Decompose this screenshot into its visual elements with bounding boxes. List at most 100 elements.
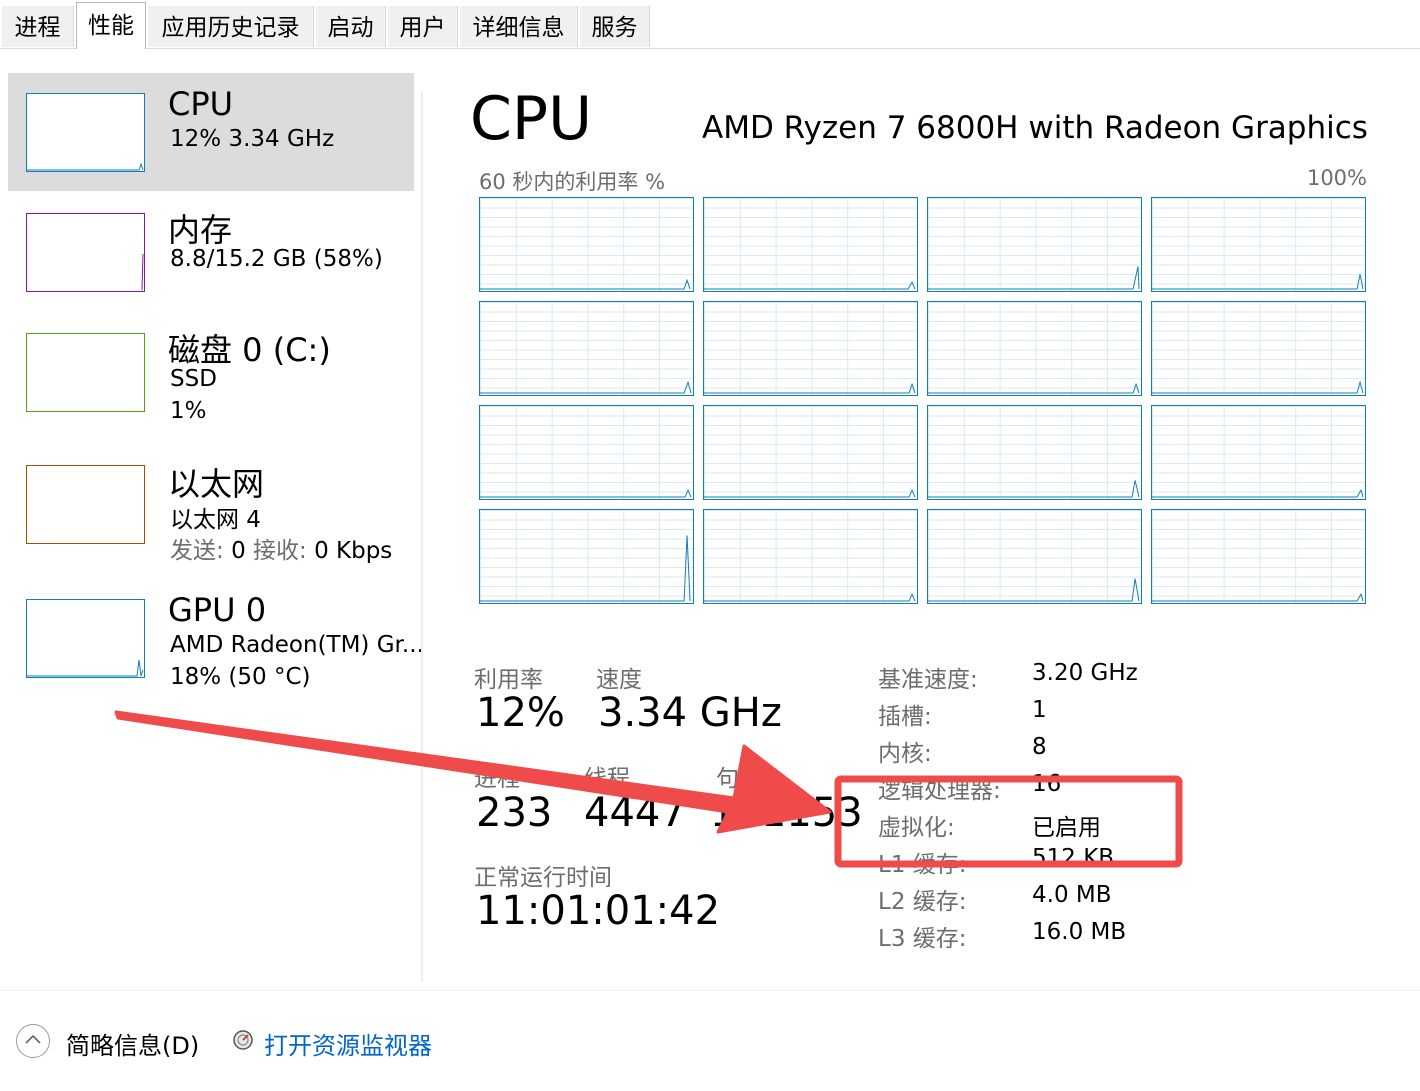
cpu-core-graph: [479, 197, 694, 292]
page-title: CPU: [470, 84, 592, 154]
ethernet-send-label: 发送:: [170, 538, 224, 564]
cpu-core-graph: [703, 405, 918, 500]
detail-label-l1-cache: L1 缓存:: [878, 852, 967, 878]
cpu-core-line: [1152, 380, 1364, 394]
sidebar-memory-title: 内存: [168, 211, 233, 249]
handles-label: 句柄: [716, 766, 762, 792]
detail-value-l3-cache: 16.0 MB: [1032, 919, 1127, 945]
detail-label-cores: 内核:: [878, 741, 932, 767]
sidebar-ethernet-title: 以太网: [168, 465, 265, 503]
sidebar-item-gpu[interactable]: GPU 0 AMD Radeon(TM) Gr... 18% (50 °C): [8, 579, 424, 697]
sidebar-disk-type: SSD: [170, 366, 217, 392]
detail-label-l2-cache: L2 缓存:: [878, 889, 967, 915]
sidebar-item-cpu[interactable]: CPU 12% 3.34 GHz: [8, 73, 414, 191]
threads-value: 4447: [584, 790, 686, 836]
speed-value: 3.34 GHz: [598, 690, 782, 736]
cpu-core-graph: [927, 405, 1142, 500]
sidebar-item-ethernet[interactable]: 以太网 以太网 4 发送: 0 接收: 0 Kbps: [8, 445, 414, 565]
cpu-core-line: [928, 266, 1140, 290]
utilization-label: 利用率: [474, 667, 543, 693]
logical-processor-graphs: [479, 197, 1367, 605]
disk-thumbnail-graph: [26, 333, 145, 412]
memory-thumb-line: [141, 253, 144, 291]
cpu-core-graph: [1151, 197, 1366, 292]
cpu-core-line: [480, 535, 691, 602]
detail-value-l1-cache: 512 KB: [1032, 845, 1115, 871]
cpu-core-graph: [927, 509, 1142, 604]
tab-startup[interactable]: 启动: [316, 6, 386, 47]
detail-label-virtualization: 虚拟化:: [878, 815, 955, 841]
detail-label-base-speed: 基准速度:: [878, 667, 978, 693]
cpu-core-line: [704, 592, 916, 602]
cpu-core-graph: [1151, 301, 1366, 396]
gpu-thumb-line: [27, 659, 144, 677]
detail-value-base-speed: 3.20 GHz: [1032, 660, 1138, 686]
tab-details[interactable]: 详细信息: [460, 6, 578, 47]
processes-value: 233: [476, 790, 553, 836]
speed-label: 速度: [596, 667, 642, 693]
processes-label: 进程: [474, 766, 520, 792]
cpu-core-graph: [479, 509, 694, 604]
sidebar-ethernet-throughput: 发送: 0 接收: 0 Kbps: [170, 531, 392, 565]
graph-axis-max: 100%: [1306, 166, 1367, 190]
cpu-core-line: [928, 382, 1140, 394]
sidebar-item-memory[interactable]: 内存 8.8/15.2 GB (58%): [8, 193, 414, 311]
tab-processes[interactable]: 进程: [2, 6, 74, 47]
open-resource-monitor-link[interactable]: 打开资源监视器: [264, 1026, 432, 1061]
cpu-core-graph: [703, 301, 918, 396]
cpu-core-line: [1152, 488, 1364, 498]
fewer-details-link[interactable]: 简略信息(D): [66, 1026, 199, 1061]
cpu-core-line: [480, 488, 692, 498]
sidebar-item-disk[interactable]: 磁盘 0 (C:) SSD 1%: [8, 313, 414, 431]
tab-bar: 进程 性能 应用历史记录 启动 用户 详细信息 服务: [0, 0, 1420, 49]
detail-value-l2-cache: 4.0 MB: [1032, 882, 1112, 908]
pane-divider[interactable]: [421, 92, 423, 982]
detail-value-cores: 8: [1032, 734, 1047, 760]
graph-axis-label: 60 秒内的利用率 %: [479, 170, 666, 194]
footer-bar: [0, 990, 1420, 1091]
detail-label-sockets: 插槽:: [878, 704, 932, 730]
detail-value-logical-processors: 16: [1032, 771, 1062, 797]
cpu-core-line: [1152, 592, 1364, 602]
detail-value-virtualization: 已启用: [1032, 815, 1101, 841]
collapse-chevron-up-icon[interactable]: [16, 1024, 50, 1058]
sidebar-ethernet-adapter: 以太网 4: [170, 507, 261, 533]
sidebar-gpu-usage: 18% (50 °C): [170, 664, 311, 690]
cpu-core-line: [1152, 274, 1364, 290]
ethernet-thumbnail-graph: [26, 465, 145, 544]
uptime-label: 正常运行时间: [474, 865, 612, 891]
utilization-value: 12%: [476, 690, 565, 736]
cpu-core-line: [928, 578, 1140, 602]
cpu-core-graph: [703, 509, 918, 604]
sidebar-gpu-model: AMD Radeon(TM) Gr...: [170, 632, 424, 658]
cpu-core-graph: [1151, 405, 1366, 500]
uptime-value: 11:01:01:42: [476, 888, 721, 934]
tab-users[interactable]: 用户: [388, 6, 458, 47]
sidebar-disk-usage: 1%: [170, 398, 207, 424]
sidebar-cpu-usage: 12% 3.34 GHz: [170, 126, 335, 152]
ethernet-recv-value: 0 Kbps: [314, 538, 393, 564]
ethernet-send-value: 0: [231, 538, 246, 564]
cpu-core-graph: [927, 197, 1142, 292]
cpu-core-graph: [479, 405, 694, 500]
cpu-thumbnail-graph: [26, 93, 145, 172]
detail-label-l3-cache: L3 缓存:: [878, 926, 967, 952]
cpu-core-line: [928, 480, 1140, 498]
threads-label: 线程: [584, 766, 630, 792]
sidebar-cpu-title: CPU: [168, 85, 234, 123]
resource-monitor-icon: [233, 1030, 253, 1050]
cpu-core-graph: [703, 197, 918, 292]
detail-label-logical-processors: 逻辑处理器:: [878, 778, 1001, 804]
tab-app-history[interactable]: 应用历史记录: [148, 6, 314, 47]
ethernet-recv-label: 接收:: [253, 538, 307, 564]
cpu-core-line: [704, 488, 916, 498]
cpu-model-name: AMD Ryzen 7 6800H with Radeon Graphics: [702, 110, 1368, 146]
cpu-core-graph: [927, 301, 1142, 396]
tab-services[interactable]: 服务: [580, 6, 650, 47]
memory-thumbnail-graph: [26, 213, 145, 292]
tab-performance[interactable]: 性能: [76, 2, 146, 49]
gpu-thumbnail-graph: [26, 599, 145, 678]
cpu-core-graph: [1151, 509, 1366, 604]
sidebar-disk-title: 磁盘 0 (C:): [168, 331, 331, 369]
detail-value-sockets: 1: [1032, 697, 1047, 723]
